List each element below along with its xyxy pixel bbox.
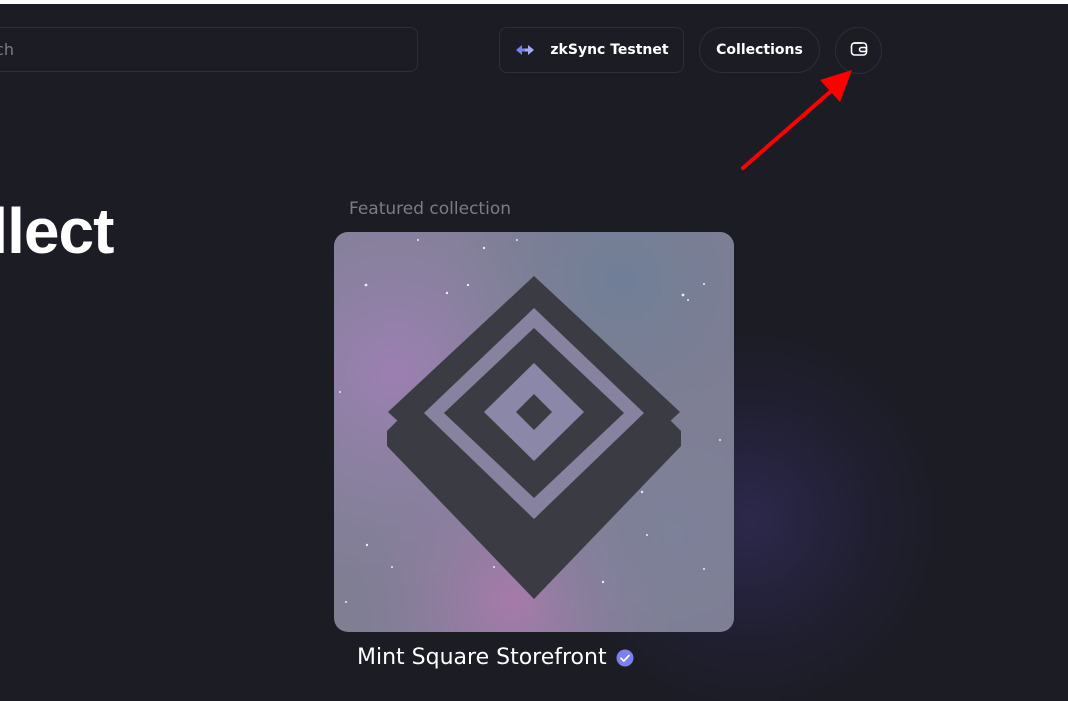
verified-badge-icon <box>616 649 634 667</box>
annotation-arrow <box>741 70 852 170</box>
featured-collection-label: Featured collection <box>349 199 511 219</box>
top-border <box>0 0 1068 4</box>
network-label: zkSync Testnet <box>550 42 669 58</box>
network-selector-button[interactable]: zkSync Testnet <box>499 27 684 73</box>
featured-collection-name-link[interactable]: Mint Square Storefront <box>357 645 634 670</box>
search-box[interactable] <box>0 27 418 72</box>
search-input[interactable] <box>0 40 395 59</box>
collection-name: Mint Square Storefront <box>357 645 607 670</box>
page: zkSync Testnet Collections Collect Featu… <box>0 0 1068 701</box>
collections-label: Collections <box>716 42 803 58</box>
wallet-icon <box>850 41 868 61</box>
featured-collection-image[interactable] <box>334 232 734 632</box>
hero-title: Collect <box>0 195 114 267</box>
swap-arrows-icon <box>514 44 536 56</box>
